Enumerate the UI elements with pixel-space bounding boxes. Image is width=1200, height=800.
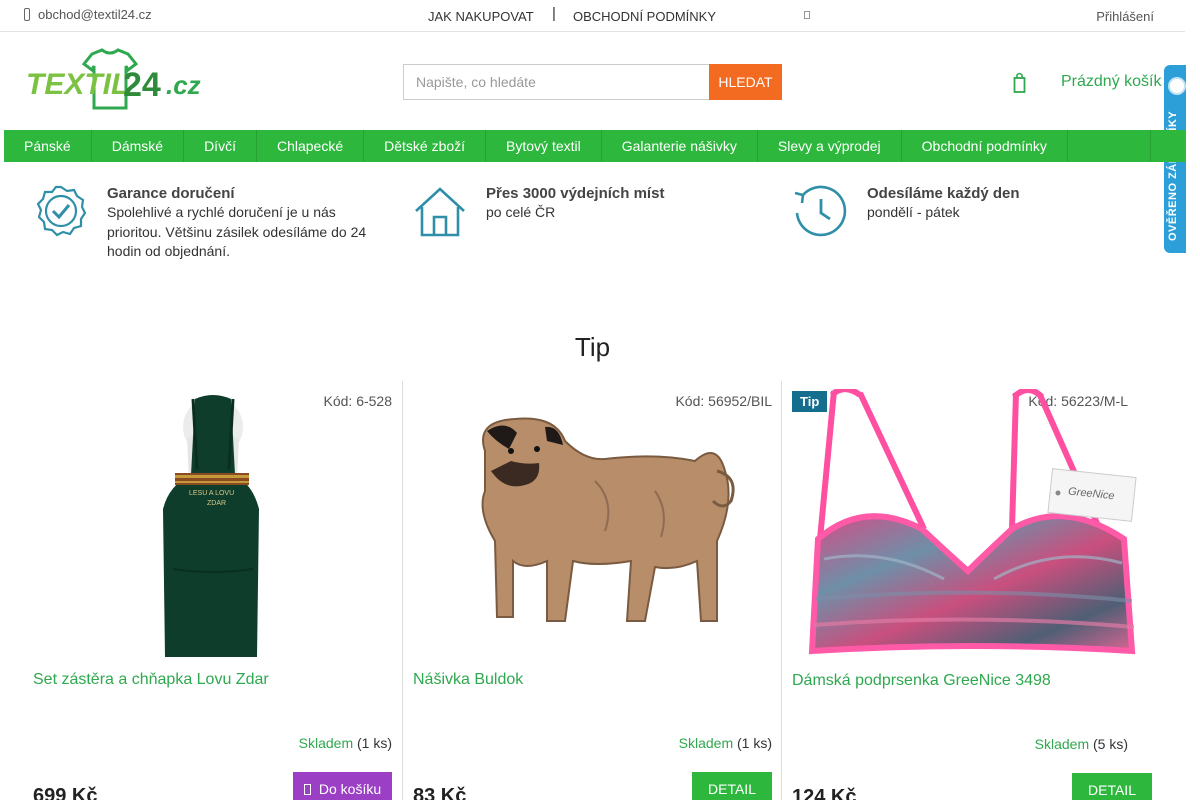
product-image[interactable]: LESU A LOVU ZDAR xyxy=(153,389,273,661)
link-jak-nakupovat[interactable]: JAK NAKUPOVAT xyxy=(428,9,534,24)
nav-item-galanterie[interactable]: Galanterie nášivky xyxy=(602,130,758,162)
nav-item-panske[interactable]: Pánské xyxy=(4,130,92,162)
site-logo[interactable]: TEXTIL 24 .cz xyxy=(22,48,212,112)
nav-item-obchodni-podminky[interactable]: Obchodní podmínky xyxy=(902,130,1068,162)
nav-item-slevy[interactable]: Slevy a výprodej xyxy=(758,130,902,162)
benefit-title: Přes 3000 výdejních míst xyxy=(486,185,665,202)
stock-status: Skladem (5 ks) xyxy=(1035,736,1128,752)
stock-status: Skladem (1 ks) xyxy=(679,735,772,751)
product-price: 699 Kč xyxy=(33,785,98,800)
cart-icon[interactable] xyxy=(1013,72,1026,94)
nav-item-divci[interactable]: Dívčí xyxy=(184,130,257,162)
add-to-cart-label: Do košíku xyxy=(318,781,382,797)
apron-embroidery-line1: LESU A LOVU xyxy=(189,490,234,497)
product-code: Kód: 56952/BIL xyxy=(675,393,772,409)
apron-embroidery-line2: ZDAR xyxy=(207,500,226,507)
add-to-cart-button[interactable]: Do košíku xyxy=(293,772,392,800)
clock-history-icon xyxy=(794,185,847,237)
benefit-text: pondělí - pátek xyxy=(867,204,960,220)
nav-item-detske-zbozi[interactable]: Dětské zboží xyxy=(364,130,487,162)
stock-count: (5 ks) xyxy=(1093,736,1128,752)
nav-item-bytovy-textil[interactable]: Bytový textil xyxy=(486,130,602,162)
search-button[interactable]: HLEDAT xyxy=(709,64,782,100)
product-card: Tip Kód: 56223/M-L GreeNice Dámská podpr… xyxy=(781,381,1161,800)
top-bar: obchod@textil24.cz JAK NAKUPOVAT | OBCHO… xyxy=(0,0,1185,32)
product-price: 83 Kč xyxy=(413,785,467,800)
stock-label: Skladem xyxy=(298,735,354,751)
house-icon xyxy=(415,187,465,237)
nav-more-icon[interactable] xyxy=(1150,130,1185,162)
nav-item-chlapecke[interactable]: Chlapecké xyxy=(257,130,365,162)
stock-count: (1 ks) xyxy=(357,735,392,751)
detail-button[interactable]: DETAIL xyxy=(692,772,772,800)
phone-icon xyxy=(24,8,30,21)
product-name[interactable]: Dámská podprsenka GreeNice 3498 xyxy=(792,672,1051,690)
stock-label: Skladem xyxy=(678,735,734,751)
login-link[interactable]: Přihlášení xyxy=(1096,9,1154,24)
nav-item-damske[interactable]: Dámské xyxy=(92,130,185,162)
benefit-text: Spolehlivé a rychlé doručení je u nás pr… xyxy=(107,204,367,259)
email-contact[interactable]: obchod@textil24.cz xyxy=(24,7,152,22)
product-name[interactable]: Set zástěra a chňapka Lovu Zdar xyxy=(33,671,269,689)
search-bar: HLEDAT xyxy=(403,64,782,100)
svg-text:TEXTIL: TEXTIL xyxy=(26,68,129,101)
benefit-delivery: Garance doručení Spolehlivé a rychlé dor… xyxy=(33,183,383,262)
svg-text:.cz: .cz xyxy=(166,70,201,100)
benefit-daily: Odesíláme každý den pondělí - pátek xyxy=(791,183,1131,241)
badge-check-icon xyxy=(36,185,87,237)
stock-label: Skladem xyxy=(1034,736,1090,752)
benefit-title: Odesíláme každý den xyxy=(867,185,1020,202)
product-image[interactable]: GreeNice xyxy=(804,389,1144,661)
product-code: Kód: 6-528 xyxy=(323,393,393,409)
benefit-title: Garance doručení xyxy=(107,185,235,202)
product-card: Kód: 56952/BIL Nášivka Buldok Skladem (1… xyxy=(402,381,782,800)
stock-status: Skladem (1 ks) xyxy=(299,735,392,751)
language-flag-icon[interactable] xyxy=(804,11,810,19)
section-title: Tip xyxy=(574,332,611,362)
email-text[interactable]: obchod@textil24.cz xyxy=(38,7,152,22)
benefit-text: po celé ČR xyxy=(486,204,556,220)
svg-text:24: 24 xyxy=(123,66,161,104)
separator: | xyxy=(552,5,556,22)
main-nav: Pánské Dámské Dívčí Chlapecké Dětské zbo… xyxy=(4,130,1185,162)
product-name[interactable]: Nášivka Buldok xyxy=(413,671,523,689)
product-price: 124 Kč xyxy=(792,786,857,800)
link-obchodni-podminky[interactable]: OBCHODNÍ PODMÍNKY xyxy=(573,9,716,24)
product-image[interactable] xyxy=(455,411,755,641)
detail-button[interactable]: DETAIL xyxy=(1072,773,1152,800)
search-input[interactable] xyxy=(403,64,709,100)
cart-small-icon xyxy=(303,784,311,795)
benefit-pickup: Přes 3000 výdejních míst po celé ČR xyxy=(412,183,752,239)
seal-icon xyxy=(1168,77,1186,95)
product-card: Kód: 6-528 LESU A LOVU ZDAR Set zástěra … xyxy=(23,381,403,800)
cart-label[interactable]: Prázdný košík xyxy=(1061,73,1161,91)
stock-count: (1 ks) xyxy=(737,735,772,751)
